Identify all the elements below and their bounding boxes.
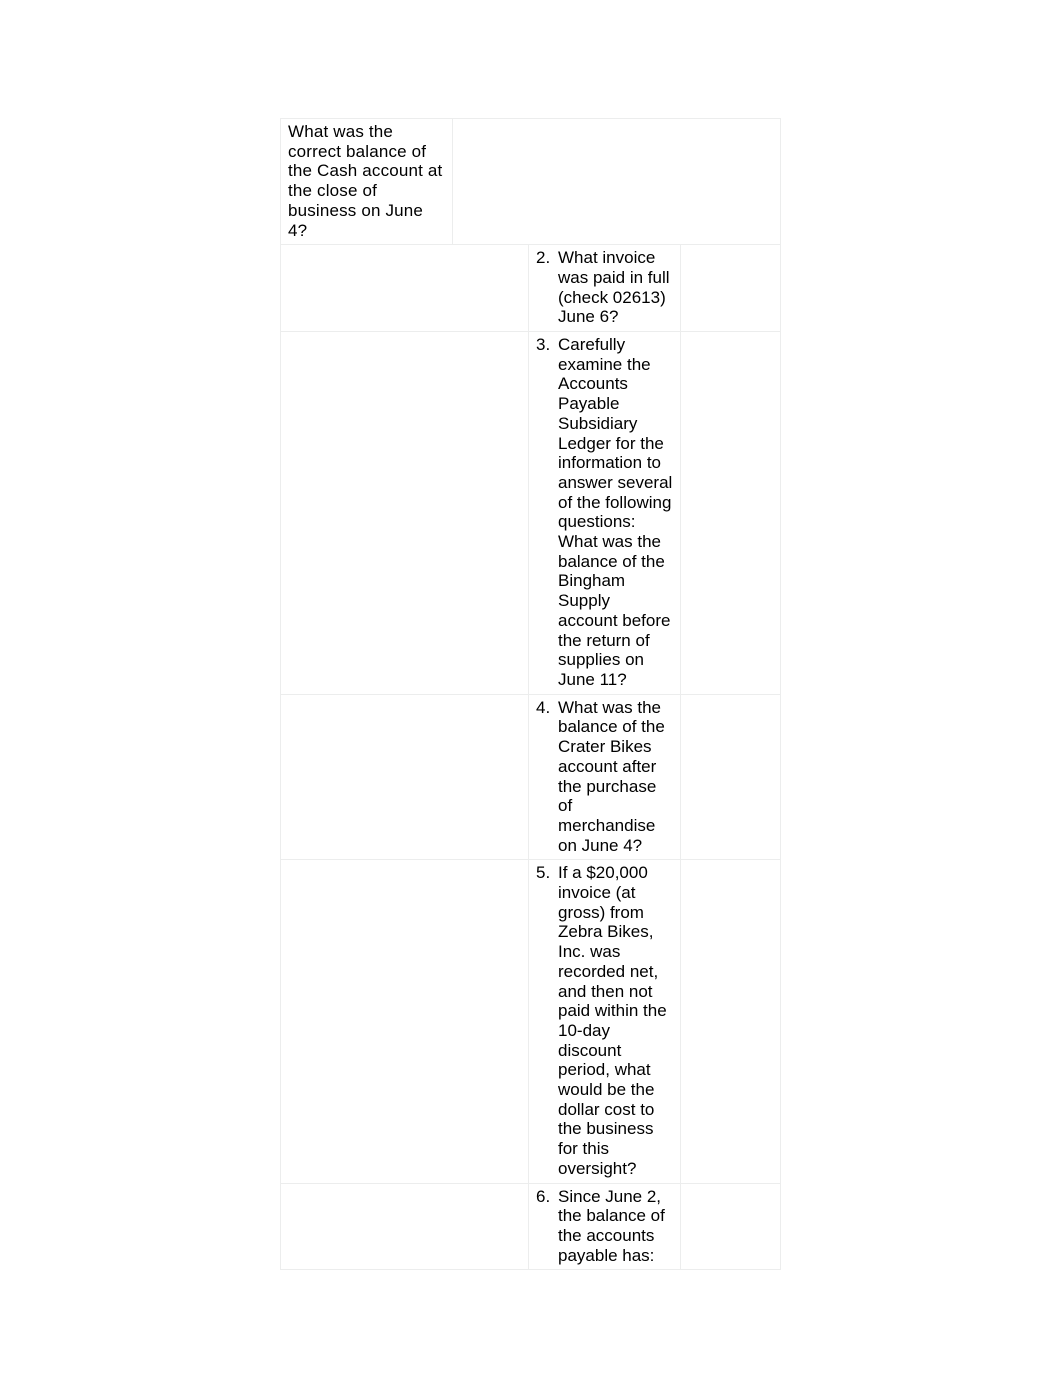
table-row: 2. What invoice was paid in full (check 0… xyxy=(280,244,782,333)
row5-blank-left-cell xyxy=(280,859,529,1184)
row5-blank-right-cell xyxy=(679,859,782,1184)
row4-blank-left-cell xyxy=(280,693,529,861)
table-row: 6. Since June 2, the balance of the accou… xyxy=(280,1182,782,1271)
question-3-cell: 3. Carefully examine the Accounts Payable… xyxy=(528,331,681,695)
question-3: 3. Carefully examine the Accounts Payable… xyxy=(536,335,674,690)
row2-blank-right-cell xyxy=(679,244,782,333)
row4-blank-right-cell xyxy=(679,693,782,861)
question-4-number: 4. xyxy=(536,697,551,717)
questions-table: What was the correct balance of the Cash… xyxy=(280,117,782,1271)
table-row: 4. What was the balance of the Crater Bik… xyxy=(280,693,782,861)
table-row: What was the correct balance of the Cash… xyxy=(280,117,782,246)
table-row: 3. Carefully examine the Accounts Payable… xyxy=(280,331,782,695)
row3-blank-right-cell xyxy=(679,331,782,695)
question-5-number: 5. xyxy=(536,863,551,883)
question-6-text: Since June 2, the balance of the account… xyxy=(558,1186,665,1265)
question-5-cell: 5. If a $20,000 invoice (at gross) from Z… xyxy=(528,859,681,1184)
question-4-text: What was the balance of the Crater Bikes… xyxy=(558,697,665,855)
question-intro-cell: What was the correct balance of the Cash… xyxy=(280,117,453,246)
row6-blank-left-cell xyxy=(280,1182,529,1271)
row1-blank-cell xyxy=(451,117,782,246)
question-5: 5. If a $20,000 invoice (at gross) from Z… xyxy=(536,863,674,1178)
document-page: What was the correct balance of the Cash… xyxy=(0,0,1062,1377)
question-3-text: Carefully examine the Accounts Payable S… xyxy=(558,335,673,689)
question-3-number: 3. xyxy=(536,335,551,355)
question-2-number: 2. xyxy=(536,248,551,268)
question-2: 2. What invoice was paid in full (check 0… xyxy=(536,248,674,327)
row3-blank-left-cell xyxy=(280,331,529,695)
row2-blank-left-cell xyxy=(280,244,529,333)
question-6-number: 6. xyxy=(536,1186,551,1206)
question-4: 4. What was the balance of the Crater Bik… xyxy=(536,698,674,856)
question-6: 6. Since June 2, the balance of the accou… xyxy=(536,1187,674,1266)
question-6-cell: 6. Since June 2, the balance of the accou… xyxy=(528,1182,681,1271)
question-5-text: If a $20,000 invoice (at gross) from Zeb… xyxy=(558,863,667,1178)
question-4-cell: 4. What was the balance of the Crater Bik… xyxy=(528,693,681,861)
question-2-cell: 2. What invoice was paid in full (check 0… xyxy=(528,244,681,333)
question-2-text: What invoice was paid in full (check 026… xyxy=(558,248,670,327)
table-row: 5. If a $20,000 invoice (at gross) from Z… xyxy=(280,859,782,1184)
row6-blank-right-cell xyxy=(679,1182,782,1271)
question-intro-text: What was the correct balance of the Cash… xyxy=(288,122,443,240)
